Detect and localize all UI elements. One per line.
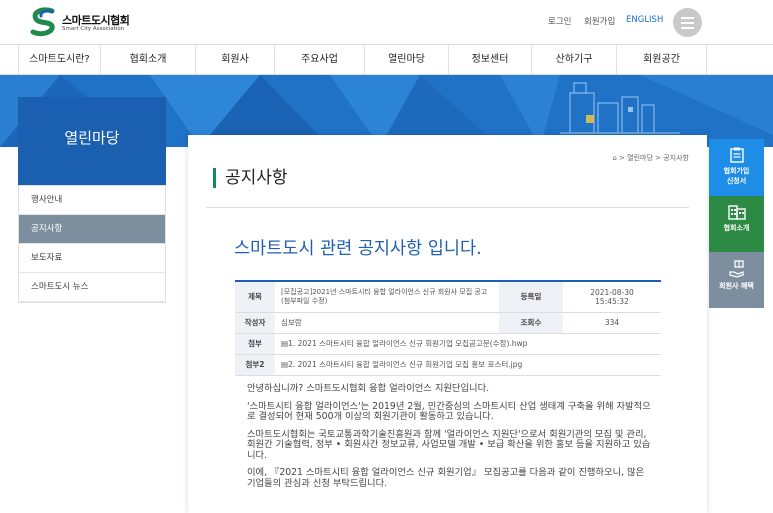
sidebar-menu: 행사안내 공지사항 보도자료 스마트도시 뉴스 (18, 185, 166, 303)
body-paragraph: 이에, 『2021 스마트시티 융합 얼라이언스 신규 회원기업』 모집공고를 … (247, 467, 645, 489)
quick-benefit-label: 회원사 혜택 (719, 282, 754, 290)
join-link[interactable]: 회원가입 (584, 15, 615, 27)
post-date: 2021-08-30 15:45:32 (563, 281, 661, 313)
quick-join-button[interactable]: 협회가입 신청서 (709, 139, 764, 196)
clipboard-icon (729, 147, 744, 163)
body-paragraph: 안녕하십니까? 스마트도시협회 융합 얼라이언스 지원단입니다. (247, 383, 490, 394)
post-date-time: 15:45:32 (595, 296, 629, 306)
attachment-label: 첨부 (235, 333, 275, 355)
attachment-filename: 1. 2021 스마트시티 융합 얼라이언스 신규 회원기업 모집공고문(수정)… (288, 339, 528, 348)
attachment2-label: 첨부2 (235, 354, 275, 376)
date-label: 등록일 (499, 281, 563, 313)
divider (206, 207, 689, 208)
body-paragraph: '스마트시티 융합 얼라이언스'는 2019년 2월, 민간중심의 스마트시티 … (247, 400, 651, 422)
main-navigation: 스마트도시란? 협회소개 회원사 주요사업 열린마당 정보센터 산하기구 회원공… (0, 44, 773, 75)
sidebar-item-notices[interactable]: 공지사항 (19, 215, 165, 244)
attachment-link[interactable]: ▤1. 2021 스마트시티 융합 얼라이언스 신규 회원기업 모집공고문(수정… (275, 333, 661, 355)
breadcrumb: ⌂ > 열린마당 > 공지사항 (612, 154, 689, 162)
subject-label: 제목 (235, 281, 275, 313)
menu-bar (681, 17, 694, 19)
nav-open-forum[interactable]: 열린마당 (365, 45, 449, 74)
post-date-day: 2021-08-30 (590, 287, 634, 297)
nav-members[interactable]: 회원사 (196, 45, 275, 74)
sidebar-title: 열린마당 (18, 97, 166, 185)
quick-join-label-2: 신청서 (726, 177, 747, 185)
nav-business[interactable]: 주요사업 (275, 45, 365, 74)
gift-hand-icon (728, 260, 744, 278)
attachment2-filename: 2. 2021 스마트시티 융합 얼라이언스 신규 회원기업 모집 홍보 포스터… (288, 360, 523, 369)
post-author: 심보람 (275, 312, 499, 334)
site-header: 스마트도시협회 Smart City Association 로그인 회원가입 … (0, 0, 773, 44)
logo[interactable]: 스마트도시협회 Smart City Association (28, 7, 138, 37)
nav-smartcity[interactable]: 스마트도시란? (18, 45, 101, 74)
sidebar-item-events[interactable]: 행사안내 (19, 186, 165, 215)
attachment2-link[interactable]: ▤2. 2021 스마트시티 융합 얼라이언스 신규 회원기업 모집 홍보 포스… (275, 354, 661, 376)
quick-about-button[interactable]: 협회소개 (709, 196, 764, 252)
menu-bar (681, 27, 694, 29)
quick-join-label-1: 협회가입 (723, 167, 750, 175)
views-label: 조회수 (499, 312, 563, 334)
menu-bar (681, 22, 694, 24)
post-body: 안녕하십니까? 스마트도시협회 융합 얼라이언스 지원단입니다. '스마트시티 … (247, 383, 652, 496)
nav-affiliates[interactable]: 산하기구 (532, 45, 617, 74)
post-subject: [모집공고]2021년 스마트시티 융합 얼라이언스 신규 회원사 모집 공고(… (275, 281, 499, 313)
quick-about-label: 협회소개 (723, 224, 750, 232)
post-info-table: 제목 [모집공고]2021년 스마트시티 융합 얼라이언스 신규 회원사 모집 … (235, 280, 661, 376)
nav-member-space[interactable]: 회원공간 (617, 45, 707, 74)
page-title: 공지사항 (213, 168, 288, 188)
content-panel: ⌂ > 열린마당 > 공지사항 공지사항 스마트도시 관련 공지사항 입니다. … (188, 135, 707, 513)
building-icon (727, 205, 746, 220)
hamburger-menu-button[interactable] (673, 8, 702, 37)
notice-heading: 스마트도시 관련 공지사항 입니다. (234, 239, 482, 259)
nav-about[interactable]: 협회소개 (101, 45, 196, 74)
sidebar-item-press[interactable]: 보도자료 (19, 244, 165, 273)
logo-mark-icon (30, 7, 55, 37)
quick-benefit-button[interactable]: 회원사 혜택 (709, 252, 764, 308)
post-views: 334 (563, 312, 661, 334)
english-link[interactable]: ENGLISH (626, 15, 663, 25)
author-label: 작성자 (235, 312, 275, 334)
body-paragraph: 스마트도시협회는 국토교통과학기술진흥원과 함께 '얼라이언스 지원단'으로서 … (247, 428, 651, 461)
sidebar-item-news[interactable]: 스마트도시 뉴스 (19, 273, 165, 302)
nav-info-center[interactable]: 정보센터 (449, 45, 532, 74)
logo-subtitle: Smart City Association (62, 26, 125, 32)
login-link[interactable]: 로그인 (548, 15, 571, 27)
